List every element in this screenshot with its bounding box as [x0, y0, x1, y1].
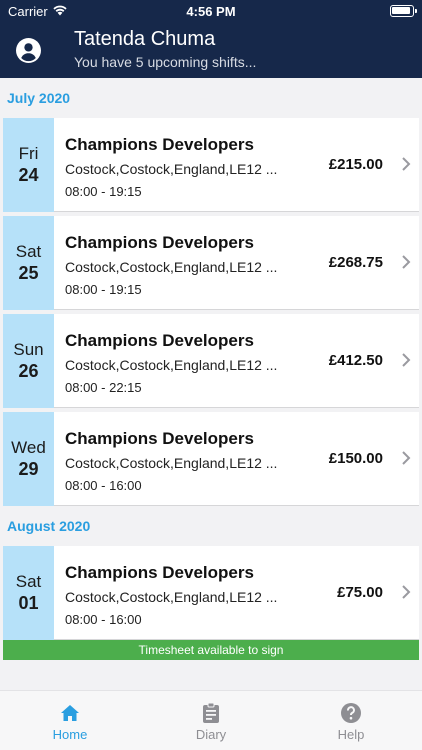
shift-card[interactable]: Sun 26 Champions Developers Costock,Cost… — [3, 314, 419, 408]
tab-diary-label: Diary — [195, 727, 227, 742]
shift-weekday: Fri — [18, 144, 39, 163]
tab-help-label: Help — [337, 727, 365, 742]
tab-diary[interactable]: Diary — [141, 691, 281, 750]
chevron-right-icon — [402, 157, 411, 171]
shift-day: 25 — [18, 263, 39, 283]
shift-date: Sun 26 — [3, 314, 54, 408]
shift-company: Champions Developers — [65, 135, 254, 154]
shift-address: Costock,Costock,England,LE12 ... — [65, 455, 278, 471]
shift-day: 24 — [18, 165, 39, 185]
user-circle-icon[interactable] — [16, 38, 41, 63]
app-header: Carrier 4:56 PM Tatenda Chuma You have 5… — [0, 0, 422, 78]
shift-price: £268.75 — [328, 254, 383, 271]
shift-card[interactable]: Sat 25 Champions Developers Costock,Cost… — [3, 216, 419, 310]
shift-card[interactable]: Fri 24 Champions Developers Costock,Cost… — [3, 118, 419, 212]
clipboard-icon — [203, 702, 219, 723]
shift-day: 26 — [18, 361, 39, 381]
shift-address: Costock,Costock,England,LE12 ... — [65, 259, 278, 275]
tab-home[interactable]: Home — [0, 691, 140, 750]
shift-date: Sat 01 — [3, 546, 54, 640]
shift-price: £75.00 — [337, 584, 383, 601]
chevron-right-icon — [402, 353, 411, 367]
tab-bar: Home Diary Help — [0, 690, 422, 750]
tab-home-label: Home — [52, 727, 88, 742]
shift-weekday: Sat — [15, 242, 42, 261]
shift-day: 29 — [18, 459, 39, 479]
shift-hours: 08:00 - 22:15 — [65, 380, 142, 395]
shift-card[interactable]: Wed 29 Champions Developers Costock,Cost… — [3, 412, 419, 506]
month-header: July 2020 — [7, 90, 71, 106]
shift-price: £215.00 — [328, 156, 383, 173]
shift-weekday: Wed — [11, 438, 46, 457]
chevron-right-icon — [402, 585, 411, 599]
shift-company: Champions Developers — [65, 563, 254, 582]
shift-hours: 08:00 - 19:15 — [65, 184, 142, 199]
month-header: August 2020 — [7, 518, 91, 534]
shift-weekday: Sat — [15, 572, 42, 591]
shift-price: £412.50 — [328, 352, 383, 369]
shift-date: Fri 24 — [3, 118, 54, 212]
clock: 4:56 PM — [186, 4, 236, 19]
shift-date: Sat 25 — [3, 216, 54, 310]
shift-address: Costock,Costock,England,LE12 ... — [65, 589, 278, 605]
upcoming-shifts-summary: You have 5 upcoming shifts... — [74, 54, 257, 70]
timesheet-banner[interactable]: Timesheet available to sign — [3, 640, 419, 660]
user-name: Tatenda Chuma — [74, 28, 216, 50]
chevron-right-icon — [402, 255, 411, 269]
chevron-right-icon — [402, 451, 411, 465]
shift-card[interactable]: Sat 01 Champions Developers Costock,Cost… — [3, 546, 419, 640]
shift-price: £150.00 — [328, 450, 383, 467]
home-icon — [61, 705, 79, 721]
status-bar: Carrier 4:56 PM — [0, 0, 422, 22]
shift-company: Champions Developers — [65, 331, 254, 350]
shift-weekday: Sun — [13, 340, 44, 359]
help-circle-icon — [341, 703, 361, 723]
shift-address: Costock,Costock,England,LE12 ... — [65, 357, 278, 373]
shift-company: Champions Developers — [65, 233, 254, 252]
tab-help[interactable]: Help — [281, 691, 421, 750]
shift-hours: 08:00 - 19:15 — [65, 282, 142, 297]
shift-hours: 08:00 - 16:00 — [65, 612, 142, 627]
shift-day: 01 — [18, 593, 39, 613]
battery-icon — [390, 5, 417, 17]
shift-date: Wed 29 — [3, 412, 54, 506]
shift-list: July 2020 Fri 24 Champions Developers Co… — [0, 78, 422, 690]
shift-address: Costock,Costock,England,LE12 ... — [65, 161, 278, 177]
shift-company: Champions Developers — [65, 429, 254, 448]
shift-hours: 08:00 - 16:00 — [65, 478, 142, 493]
